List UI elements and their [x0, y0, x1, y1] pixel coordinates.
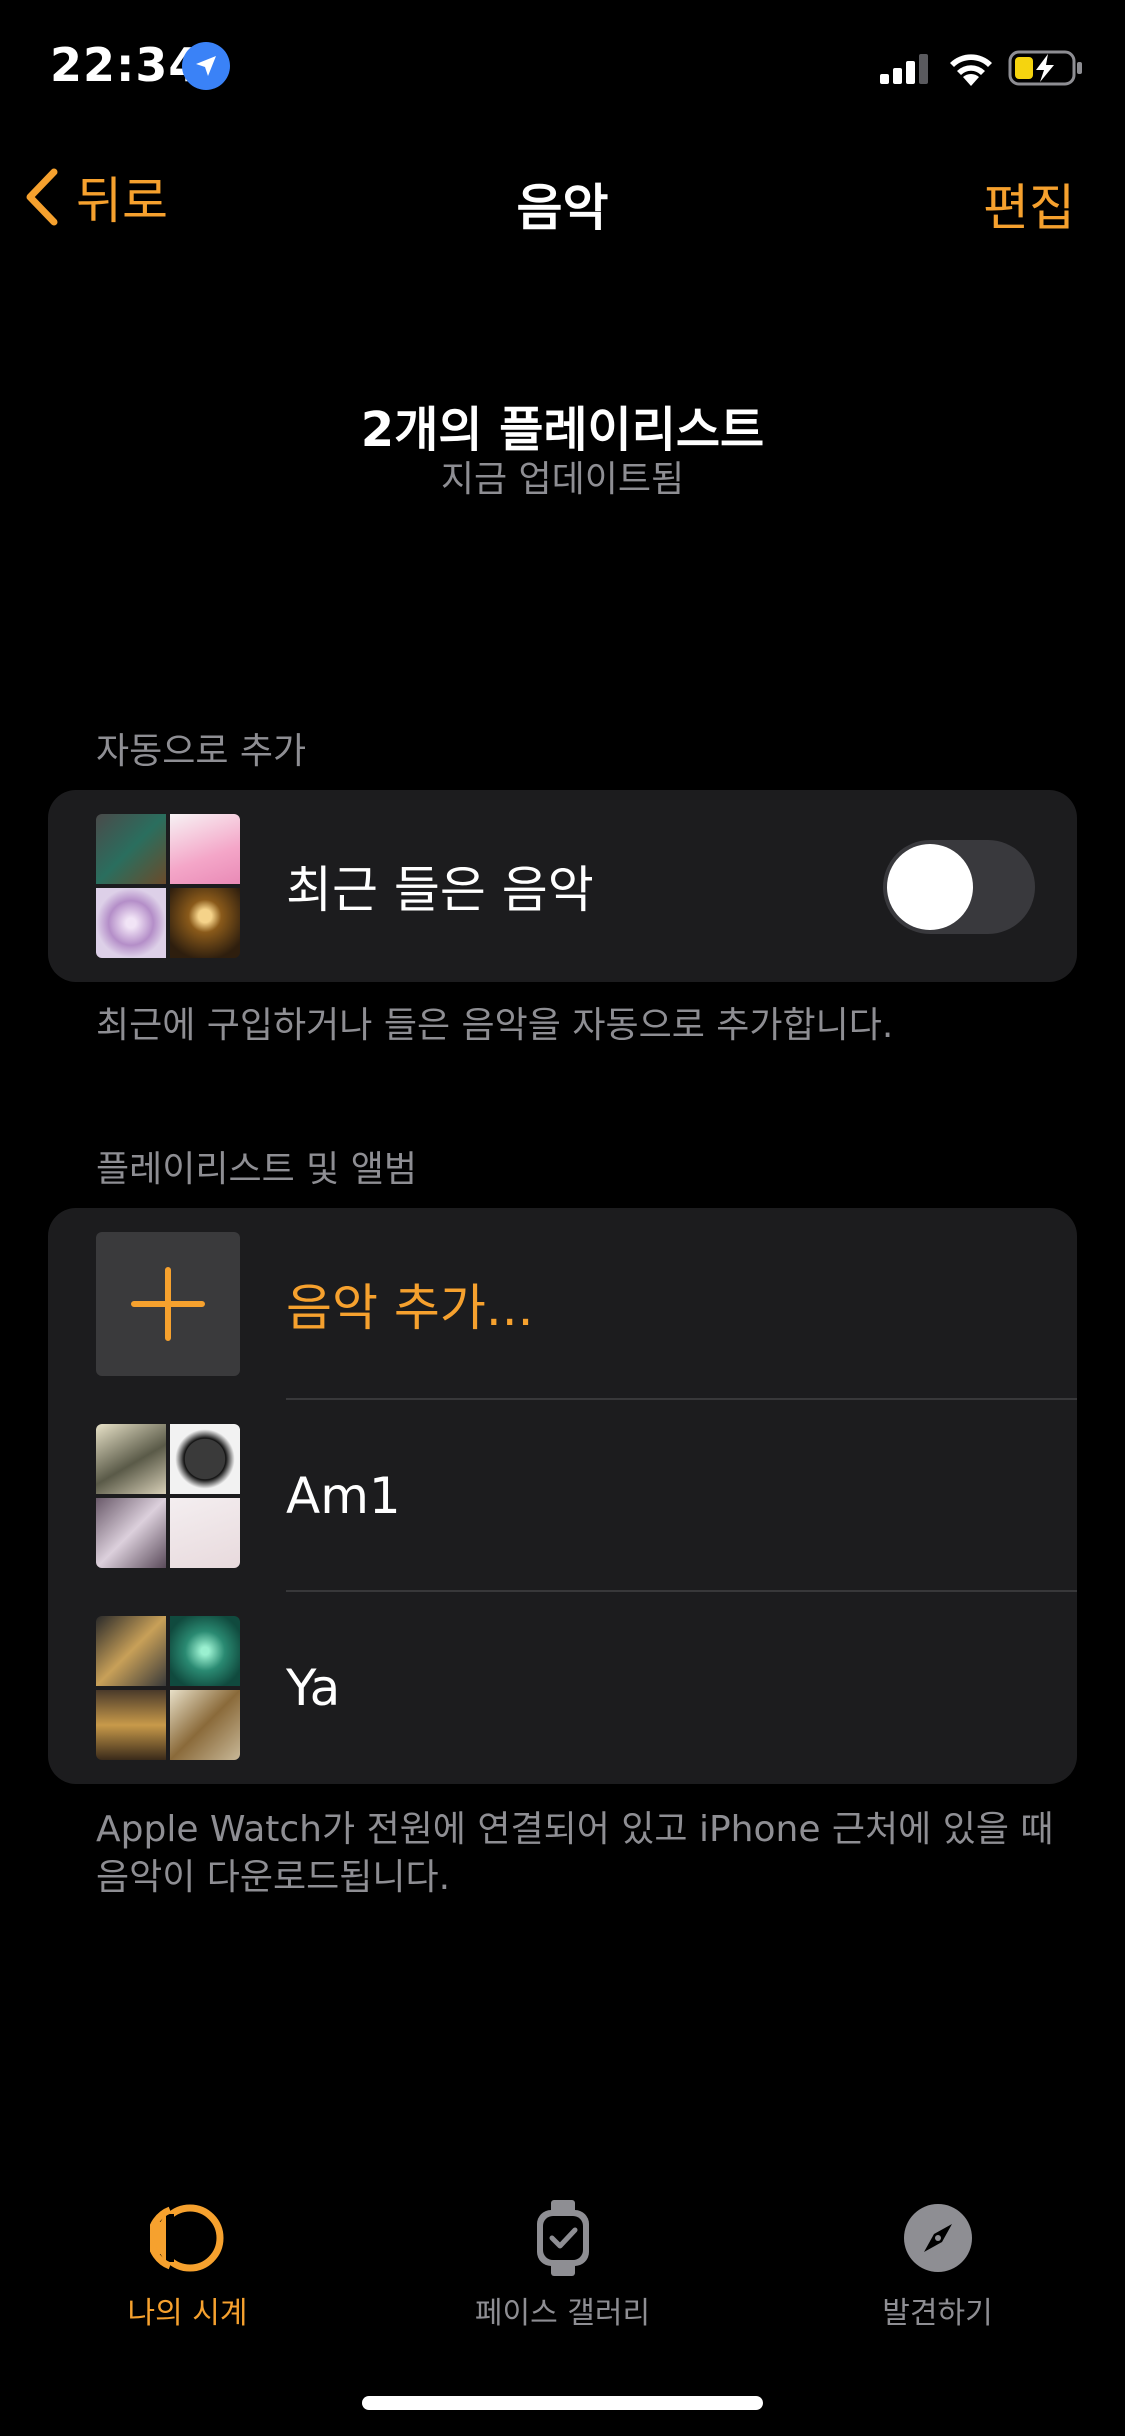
page-title: 음악 — [516, 179, 609, 237]
tab-label: 발견하기 — [882, 2296, 993, 2331]
battery-charging-icon — [1008, 50, 1082, 86]
update-status: 지금 업데이트됨 — [440, 459, 685, 500]
wifi-icon — [950, 54, 992, 86]
watch-icon — [149, 2204, 223, 2272]
tab-label: 나의 시계 — [127, 2296, 248, 2331]
add-music-tile — [96, 1232, 240, 1376]
status-time: 22:34 — [50, 38, 202, 92]
playlists-card: 음악 추가... Am1 Ya — [48, 1208, 1077, 1784]
compass-icon — [903, 2204, 972, 2272]
tab-face-gallery[interactable]: 페이스 갤러리 — [375, 2200, 750, 2332]
recent-music-label: 최근 들은 음악 — [286, 861, 594, 919]
add-music-row[interactable]: 음악 추가... — [48, 1208, 1077, 1400]
watch-face-icon — [536, 2200, 589, 2276]
tab-my-watch[interactable]: 나의 시계 — [0, 2200, 375, 2332]
playlists-section-header: 플레이리스트 및 앨범 — [96, 1149, 417, 1190]
add-music-label: 음악 추가... — [286, 1279, 534, 1337]
playlist-artwork-am1 — [96, 1424, 240, 1568]
recent-music-toggle[interactable] — [883, 840, 1035, 934]
playlist-label: Ya — [286, 1659, 341, 1717]
edit-button[interactable]: 편집 — [983, 168, 1075, 240]
auto-add-card: 최근 들은 음악 — [48, 790, 1077, 982]
tab-label: 페이스 갤러리 — [474, 2296, 651, 2331]
playlist-label: Am1 — [286, 1467, 401, 1525]
recent-music-artwork — [96, 814, 240, 958]
tab-discover[interactable]: 발견하기 — [750, 2200, 1125, 2332]
navigation-bar: 뒤로 음악 편집 — [0, 150, 1125, 250]
location-arrow-icon — [182, 42, 230, 90]
recent-music-row[interactable]: 최근 들은 음악 — [48, 790, 1077, 982]
auto-add-footer: 최근에 구입하거나 들은 음악을 자동으로 추가합니다. — [96, 1005, 894, 1046]
playlist-row-am1[interactable]: Am1 — [48, 1400, 1077, 1592]
download-info-footer: Apple Watch가 전원에 연결되어 있고 iPhone 근처에 있을 때… — [96, 1809, 1054, 1898]
status-bar: 22:34 — [0, 0, 1125, 135]
toggle-knob — [887, 844, 973, 930]
plus-icon — [131, 1267, 205, 1341]
playlist-artwork-ya — [96, 1616, 240, 1760]
playlist-row-ya[interactable]: Ya — [48, 1592, 1077, 1784]
cellular-signal-icon — [880, 54, 928, 84]
home-indicator[interactable] — [362, 2396, 763, 2410]
auto-add-section-header: 자동으로 추가 — [96, 731, 307, 772]
